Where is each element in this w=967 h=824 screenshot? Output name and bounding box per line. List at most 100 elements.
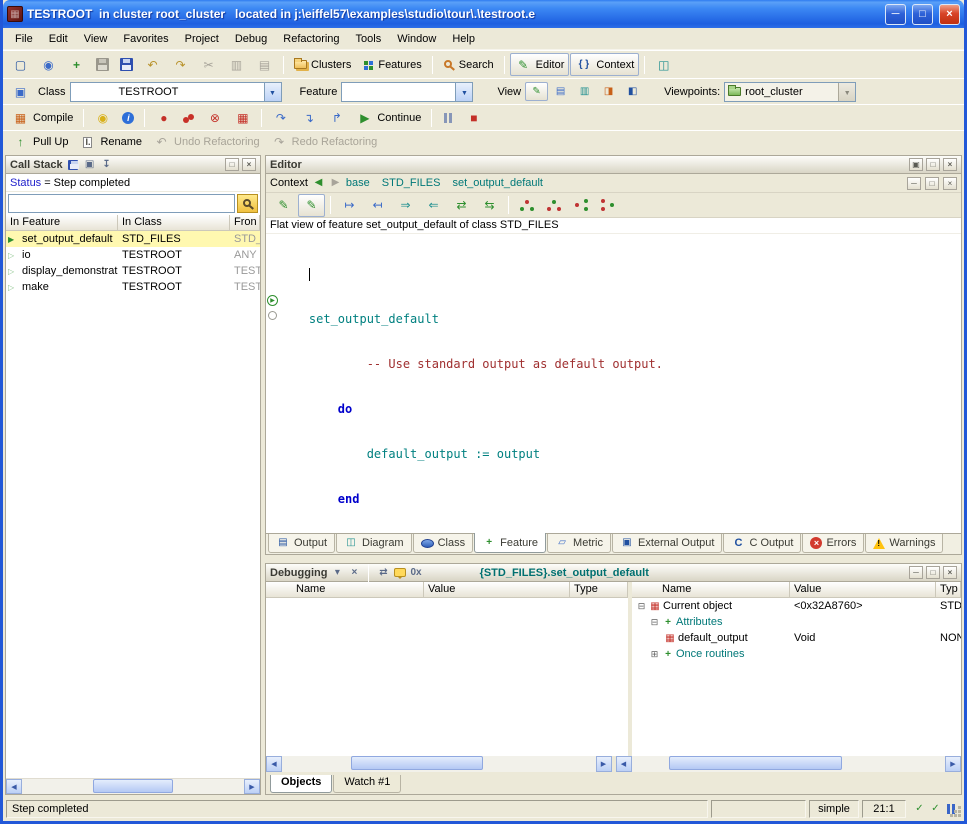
redo-refactoring-button[interactable]: Redo Refactoring <box>266 131 383 154</box>
editor-header[interactable]: Editor <box>266 156 961 174</box>
paste-button[interactable] <box>251 53 278 76</box>
callees-button[interactable] <box>364 194 391 217</box>
interface-view-button[interactable] <box>621 82 644 101</box>
context-toggle-button[interactable]: Context <box>570 53 639 76</box>
call-stack-search-button[interactable] <box>237 194 258 213</box>
feature-combo[interactable] <box>341 82 473 102</box>
save-all-button[interactable] <box>115 55 138 74</box>
cut-button[interactable] <box>195 53 222 76</box>
history-back-button[interactable] <box>312 177 325 190</box>
tab-c-output[interactable]: C Output <box>723 534 801 553</box>
restore-panel-button[interactable] <box>909 158 923 171</box>
check-edit-icon[interactable] <box>913 803 926 816</box>
tab-external-output[interactable]: External Output <box>612 534 722 553</box>
maximize-panel-button[interactable] <box>925 177 939 190</box>
edit-feature-button[interactable] <box>270 194 297 217</box>
dropdown-arrow-icon[interactable] <box>264 83 281 101</box>
close-panel-button[interactable] <box>943 177 957 190</box>
editor-gutter[interactable] <box>266 234 280 533</box>
tab-objects[interactable]: Objects <box>270 775 332 793</box>
disable-breakpoints-button[interactable] <box>178 109 200 127</box>
object-tree-row[interactable]: Current object <0x32A8760> STD_ <box>632 598 961 614</box>
menu-window[interactable]: Window <box>389 31 444 47</box>
remove-breakpoints-button[interactable] <box>201 106 228 129</box>
tab-metric[interactable]: Metric <box>547 534 611 553</box>
tab-feature[interactable]: Feature <box>474 533 546 553</box>
dock-panel-button[interactable] <box>100 159 114 170</box>
column-value[interactable]: Value <box>424 582 570 598</box>
column-from[interactable]: Fron <box>230 215 260 231</box>
resize-grip[interactable] <box>950 806 963 819</box>
menu-favorites[interactable]: Favorites <box>115 31 176 47</box>
column-in-class[interactable]: In Class <box>118 215 230 231</box>
call-stack-header[interactable]: Call Stack <box>6 156 260 174</box>
collapse-toggle[interactable] <box>636 601 647 612</box>
clients-button[interactable] <box>568 194 594 216</box>
maximize-panel-button[interactable] <box>926 566 940 579</box>
pause-button[interactable] <box>437 109 459 127</box>
step-over-button[interactable] <box>267 106 294 129</box>
objects-horizontal-scrollbar[interactable]: ◀ ▶ <box>616 756 962 772</box>
tab-class[interactable]: Class <box>413 534 474 553</box>
breakpoints-tool-button[interactable] <box>229 106 256 129</box>
exchange-button[interactable] <box>376 567 390 578</box>
maximize-panel-button[interactable] <box>225 158 239 171</box>
column-name[interactable]: Name <box>632 582 790 598</box>
column-type[interactable]: Typ <box>936 582 961 598</box>
compile-button[interactable]: Compile <box>7 106 78 129</box>
assigners-button[interactable] <box>392 194 419 217</box>
debugging-header[interactable]: Debugging 0x {STD_FILES}.set_output_defa… <box>266 564 961 582</box>
dropdown-arrow-icon[interactable] <box>455 83 472 101</box>
objects-empty-area[interactable] <box>632 662 961 756</box>
suppliers-button[interactable] <box>595 194 621 216</box>
tab-output[interactable]: Output <box>268 534 335 553</box>
step-into-button[interactable] <box>295 106 322 129</box>
maximize-panel-button[interactable] <box>926 158 940 171</box>
basic-view-button[interactable] <box>525 82 548 101</box>
close-panel-button[interactable] <box>943 566 957 579</box>
assignees-button[interactable] <box>420 194 447 217</box>
maximize-button[interactable] <box>912 4 933 25</box>
scroll-thumb[interactable] <box>669 756 841 770</box>
scroll-thumb[interactable] <box>93 779 173 793</box>
flat-edit-button[interactable] <box>298 194 325 217</box>
horizontal-splitter[interactable] <box>265 555 962 563</box>
dropdown-arrow-icon[interactable] <box>838 83 855 101</box>
clusters-button[interactable]: Clusters <box>289 56 356 74</box>
title-bar[interactable]: ▦ TESTROOT in cluster root_cluster locat… <box>3 0 964 28</box>
code-editor[interactable]: set_output_default -- Use standard outpu… <box>266 234 961 533</box>
add-button[interactable] <box>63 53 90 76</box>
scroll-left-button[interactable]: ◀ <box>616 756 632 772</box>
debugging-menu-button[interactable] <box>330 567 344 578</box>
search-button[interactable]: Search <box>438 56 499 74</box>
scroll-track[interactable] <box>282 756 596 772</box>
tab-diagram[interactable]: Diagram <box>336 534 412 553</box>
redo-button[interactable] <box>167 53 194 76</box>
continue-button[interactable]: Continue <box>351 106 426 129</box>
stop-debugging-button[interactable] <box>347 567 361 578</box>
contract-view-button[interactable] <box>597 82 620 101</box>
tab-warnings[interactable]: Warnings <box>865 534 943 553</box>
column-in-feature[interactable]: In Feature <box>6 215 118 231</box>
menu-help[interactable]: Help <box>444 31 483 47</box>
column-type[interactable]: Type <box>570 582 628 598</box>
breadcrumb-cluster[interactable]: base <box>346 177 370 189</box>
call-stack-filter-input[interactable] <box>8 194 235 213</box>
scroll-right-button[interactable]: ▶ <box>945 756 961 772</box>
breakpoint-slot[interactable] <box>268 311 277 320</box>
flat-view-button[interactable] <box>573 82 596 101</box>
collapse-toggle[interactable] <box>649 617 660 628</box>
column-name[interactable]: Name <box>266 582 424 598</box>
tab-errors[interactable]: Errors <box>802 534 864 553</box>
scroll-left-button[interactable]: ◀ <box>6 779 22 794</box>
save-call-stack-button[interactable] <box>66 160 80 170</box>
close-panel-button[interactable] <box>242 158 256 171</box>
menu-debug[interactable]: Debug <box>227 31 275 47</box>
scroll-right-button[interactable]: ▶ <box>244 779 260 794</box>
scroll-track[interactable] <box>632 756 946 772</box>
clickable-view-button[interactable] <box>549 82 572 101</box>
creators-button[interactable] <box>448 194 475 217</box>
call-stack-row[interactable]: ▷ display_demonstrat... TESTROOT TEST <box>6 263 260 279</box>
rename-button[interactable]: Rename <box>74 131 147 154</box>
scroll-thumb[interactable] <box>351 756 483 770</box>
